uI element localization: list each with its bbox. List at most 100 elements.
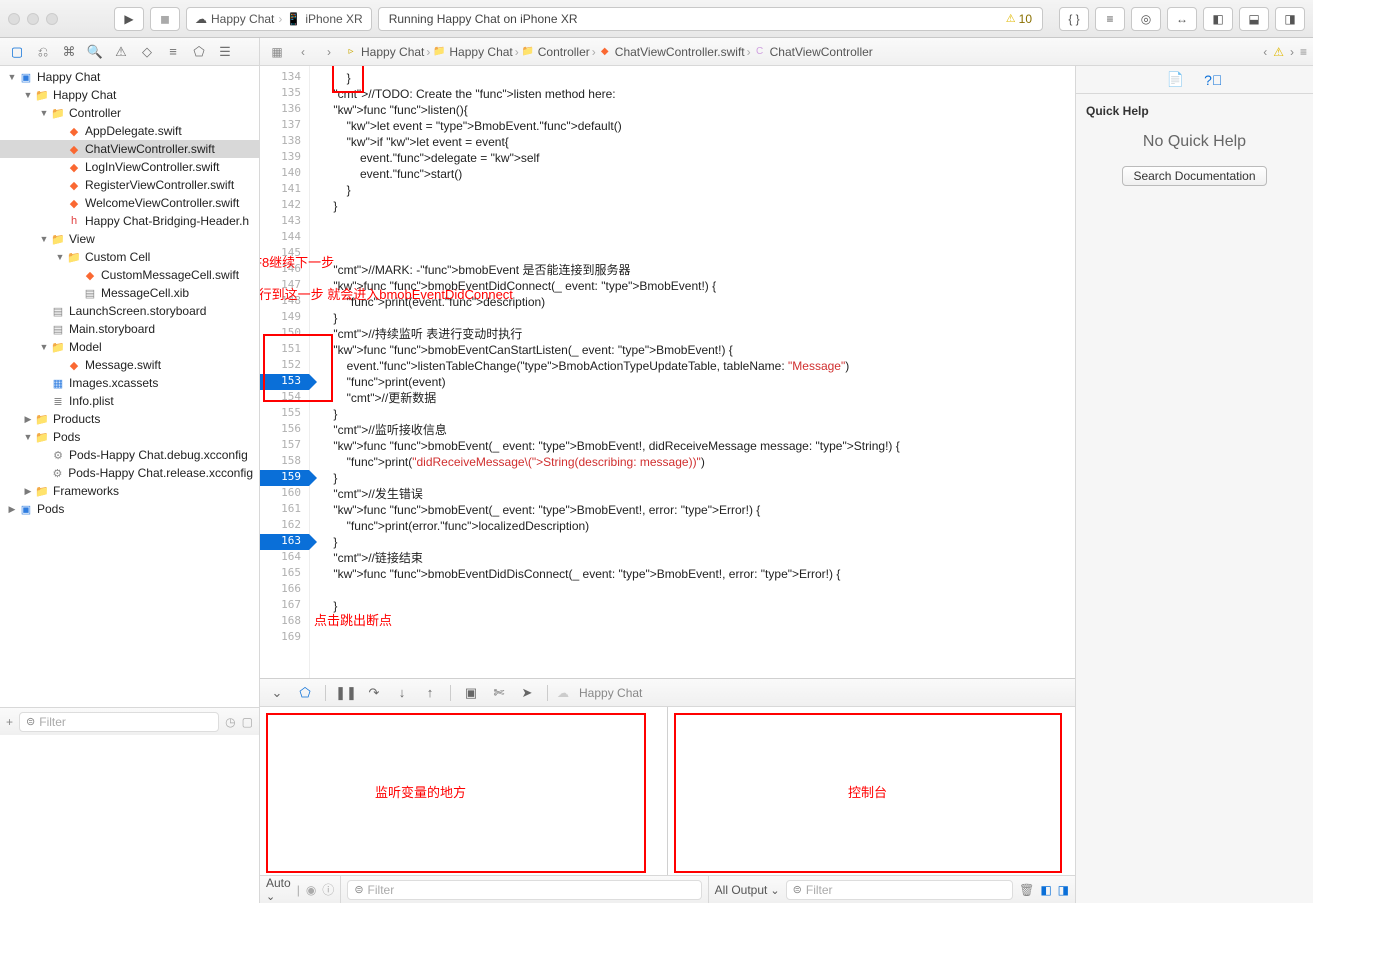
pause-continue-button[interactable]: ❚❚	[335, 682, 357, 704]
tree-node[interactable]: ▼▣Happy Chat	[0, 68, 259, 86]
breakpoints-toggle-icon[interactable]: ⬠	[294, 682, 316, 704]
search-documentation-button[interactable]: Search Documentation	[1122, 166, 1266, 186]
tree-node[interactable]: ▤Main.storyboard	[0, 320, 259, 338]
code-editor[interactable]: 1341351361371381391401411421431441451461…	[260, 66, 1075, 678]
auto-popup[interactable]: Auto ⌄	[266, 876, 291, 903]
tree-node[interactable]: ◆CustomMessageCell.swift	[0, 266, 259, 284]
console-filter[interactable]: Filter	[786, 880, 1013, 900]
tree-node[interactable]: ▼📁Model	[0, 338, 259, 356]
tree-node[interactable]: ⚙Pods-Happy Chat.release.xcconfig	[0, 464, 259, 482]
gutter-line[interactable]: 134	[260, 70, 309, 86]
gutter-line[interactable]: 146	[260, 262, 309, 278]
find-navigator-icon[interactable]: 🔍	[82, 40, 108, 64]
editor-options-icon[interactable]: ≡	[1300, 45, 1307, 59]
gutter-line[interactable]: 158	[260, 454, 309, 470]
breakpoint-navigator-icon[interactable]: ⬠	[186, 40, 212, 64]
breadcrumb-item[interactable]: ◆ChatViewController.swift	[598, 45, 745, 59]
gutter-line[interactable]: 139	[260, 150, 309, 166]
related-items-icon[interactable]: ▦	[266, 41, 288, 63]
all-output-popup[interactable]: All Output ⌄	[715, 883, 780, 897]
report-navigator-icon[interactable]: ☰	[212, 40, 238, 64]
version-editor-button[interactable]: ↔	[1167, 7, 1197, 31]
tree-node[interactable]: ▶📁Frameworks	[0, 482, 259, 500]
eye-icon[interactable]: ◉	[306, 883, 316, 897]
gutter-line[interactable]: 144	[260, 230, 309, 246]
tree-node[interactable]: ≣Info.plist	[0, 392, 259, 410]
gutter-line[interactable]: 155	[260, 406, 309, 422]
add-button[interactable]: +	[6, 715, 13, 729]
assistant-editor-button[interactable]: ◎	[1131, 7, 1161, 31]
issue-navigator-icon[interactable]: ⚠	[108, 40, 134, 64]
step-out-button[interactable]: ↑	[419, 682, 441, 704]
tree-node[interactable]: ◆LogInViewController.swift	[0, 158, 259, 176]
gutter-line[interactable]: 165	[260, 566, 309, 582]
gutter-line[interactable]: 136	[260, 102, 309, 118]
toggle-left-panel[interactable]: ◧	[1203, 7, 1233, 31]
forward-button[interactable]: ›	[318, 41, 340, 63]
tree-node[interactable]: ▼📁Happy Chat	[0, 86, 259, 104]
toggle-right-panel[interactable]: ◨	[1275, 7, 1305, 31]
warning-badge[interactable]: 10	[1006, 12, 1032, 26]
simulate-location-icon[interactable]: ➤	[516, 682, 538, 704]
gutter-line[interactable]: 142	[260, 198, 309, 214]
file-inspector-icon[interactable]: 📄	[1167, 71, 1184, 88]
navigator-filter[interactable]: Filter	[19, 712, 219, 732]
hide-debug-icon[interactable]: ⌄	[266, 682, 288, 704]
close-window[interactable]	[8, 13, 20, 25]
run-button[interactable]: ▶	[114, 7, 144, 31]
gutter-line[interactable]: 164	[260, 550, 309, 566]
tree-node[interactable]: ▼📁Controller	[0, 104, 259, 122]
gutter-line[interactable]: 162	[260, 518, 309, 534]
step-into-button[interactable]: ↓	[391, 682, 413, 704]
gutter-line[interactable]: 141	[260, 182, 309, 198]
show-vars-icon[interactable]: ◧	[1040, 883, 1051, 897]
gutter-line[interactable]: 156	[260, 422, 309, 438]
tree-node[interactable]: ▤MessageCell.xib	[0, 284, 259, 302]
gutter-line[interactable]: 166	[260, 582, 309, 598]
project-navigator-icon[interactable]: ▢	[4, 40, 30, 64]
minimize-window[interactable]	[27, 13, 39, 25]
breadcrumb-item[interactable]: ▹Happy Chat	[344, 45, 424, 59]
quick-help-inspector-icon[interactable]: ?⃝	[1204, 72, 1222, 88]
test-navigator-icon[interactable]: ◇	[134, 40, 160, 64]
tree-node[interactable]: ▼📁Custom Cell	[0, 248, 259, 266]
scheme-selector[interactable]: ☁︎ Happy Chat › 📱 iPhone XR	[186, 7, 372, 31]
debug-memory-graph-icon[interactable]: ✄	[488, 682, 510, 704]
gutter-line[interactable]: 135	[260, 86, 309, 102]
gutter-line[interactable]: 163	[260, 534, 309, 550]
scm-filter-icon[interactable]: ▢	[242, 715, 253, 729]
gutter-line[interactable]: 149	[260, 310, 309, 326]
show-console-icon[interactable]: ◨	[1058, 883, 1069, 897]
tree-node[interactable]: ▼📁View	[0, 230, 259, 248]
gutter-line[interactable]: 138	[260, 134, 309, 150]
gutter-line[interactable]: 168	[260, 614, 309, 630]
tree-node[interactable]: ▶▣Pods	[0, 500, 259, 518]
breadcrumb-item[interactable]: 📁Happy Chat	[432, 45, 512, 59]
tree-node[interactable]: ▼📁Pods	[0, 428, 259, 446]
gutter-line[interactable]: 157	[260, 438, 309, 454]
console-view[interactable]: 控制台	[667, 707, 1075, 875]
line-gutter[interactable]: 1341351361371381391401411421431441451461…	[260, 66, 310, 678]
tree-node[interactable]: ▤LaunchScreen.storyboard	[0, 302, 259, 320]
tree-node[interactable]: ◆RegisterViewController.swift	[0, 176, 259, 194]
trash-icon[interactable]: 🗑	[1019, 883, 1034, 897]
issue-warn-icon[interactable]	[1273, 45, 1284, 59]
variables-view[interactable]: 监听变量的地方	[260, 707, 667, 875]
zoom-window[interactable]	[46, 13, 58, 25]
gutter-line[interactable]: 160	[260, 486, 309, 502]
standard-editor-button[interactable]: ≡	[1095, 7, 1125, 31]
tree-node[interactable]: ⚙Pods-Happy Chat.debug.xcconfig	[0, 446, 259, 464]
gutter-line[interactable]: 140	[260, 166, 309, 182]
breadcrumb-item[interactable]: CChatViewController	[753, 45, 873, 59]
tree-node[interactable]: ◆ChatViewController.swift	[0, 140, 259, 158]
gutter-line[interactable]: 153	[260, 374, 309, 390]
library-button[interactable]: { }	[1059, 7, 1089, 31]
gutter-line[interactable]: 154	[260, 390, 309, 406]
gutter-line[interactable]: 159	[260, 470, 309, 486]
back-button[interactable]: ‹	[292, 41, 314, 63]
gutter-line[interactable]: 152	[260, 358, 309, 374]
gutter-line[interactable]: 148	[260, 294, 309, 310]
gutter-line[interactable]: 169	[260, 630, 309, 646]
tree-node[interactable]: ◆AppDelegate.swift	[0, 122, 259, 140]
gutter-line[interactable]: 147	[260, 278, 309, 294]
